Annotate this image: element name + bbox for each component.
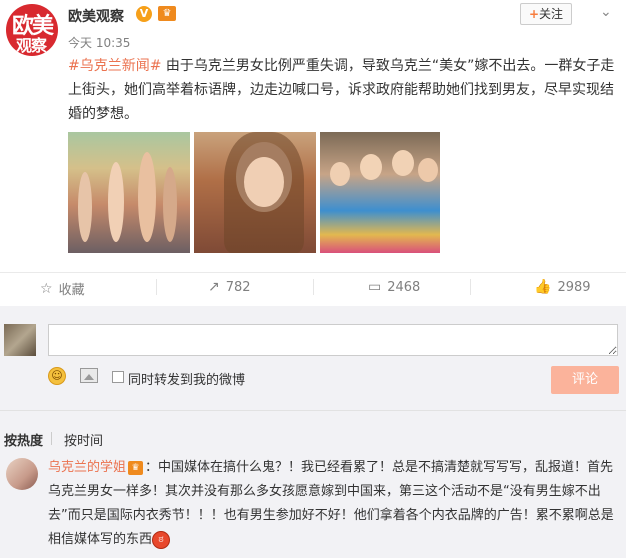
post-time[interactable]: 今天 10:35	[68, 34, 130, 51]
comment-icon: ▭	[368, 279, 382, 295]
sort-by-time-tab[interactable]: 按时间	[64, 430, 103, 449]
follow-button[interactable]: +关注	[520, 3, 572, 25]
vip-level-icon: ♛	[158, 6, 176, 21]
post-image-1[interactable]	[68, 132, 190, 253]
favorite-button[interactable]: ☆ 收藏	[40, 279, 85, 299]
repost-checkbox[interactable]	[112, 371, 124, 383]
repost-count: 782	[225, 279, 251, 295]
weibo-post: 欧美 观察 欧美观察 V ♛ +关注 ⌄ 今天 10:35 #乌克兰新闻# 由于…	[0, 0, 626, 272]
thumbs-up-icon: 👍	[534, 279, 552, 295]
hashtag-link[interactable]: #乌克兰新闻#	[68, 58, 161, 74]
divider	[0, 410, 626, 411]
my-avatar[interactable]	[4, 324, 36, 356]
vip-level-icon: ♛	[128, 460, 144, 475]
comment-input[interactable]	[48, 324, 618, 356]
sort-divider	[51, 432, 52, 445]
repost-button[interactable]: ↗ 782	[208, 279, 251, 295]
emoji-icon[interactable]: ☺	[48, 367, 66, 385]
comment-panel: ☺ 同时转发到我的微博 评论 按热度 按时间 乌克兰的学姐 ♛ ：中国媒体在搞什么鬼…	[0, 306, 626, 558]
commenter-avatar[interactable]	[6, 458, 38, 490]
plus-icon: +	[528, 7, 540, 21]
like-button[interactable]: 👍 2989	[534, 279, 591, 295]
post-image-2[interactable]	[194, 132, 316, 253]
post-image-3[interactable]	[320, 132, 440, 253]
comment-item: 乌克兰的学姐 ♛ ：中国媒体在搞什么鬼？！我已经看累了！总是不搞清楚就写写写，乱报道…	[48, 456, 620, 552]
action-divider	[156, 279, 157, 295]
action-divider	[313, 279, 314, 295]
chevron-down-icon[interactable]: ⌄	[600, 4, 612, 20]
verified-icon: V	[136, 6, 152, 22]
author-name[interactable]: 欧美观察	[68, 6, 124, 26]
repost-checkbox-label: 同时转发到我的微博	[128, 373, 246, 388]
commenter-name[interactable]: 乌克兰的学姐	[48, 460, 126, 475]
action-divider	[470, 279, 471, 295]
sort-by-hot-tab[interactable]: 按热度	[4, 430, 43, 449]
follow-label: 关注	[539, 7, 564, 21]
favorite-label: 收藏	[58, 283, 85, 298]
submit-comment-button[interactable]: 评论	[551, 366, 619, 394]
star-icon: ☆	[40, 280, 53, 297]
repost-icon: ↗	[208, 279, 220, 295]
post-action-bar: ☆ 收藏 ↗ 782 ▭ 2468 👍 2989	[0, 272, 626, 300]
avatar-text-2: 观察	[16, 36, 47, 55]
image-upload-icon[interactable]	[80, 368, 98, 383]
author-avatar[interactable]: 欧美 观察	[6, 4, 58, 56]
like-count: 2989	[557, 279, 591, 295]
angry-emoji-icon: ಠ	[152, 530, 171, 549]
post-text: #乌克兰新闻# 由于乌克兰男女比例严重失调，导致乌克兰“美女”嫁不出去。一群女子…	[68, 54, 616, 126]
comment-count: 2468	[387, 279, 421, 295]
comment-button[interactable]: ▭ 2468	[368, 279, 420, 295]
